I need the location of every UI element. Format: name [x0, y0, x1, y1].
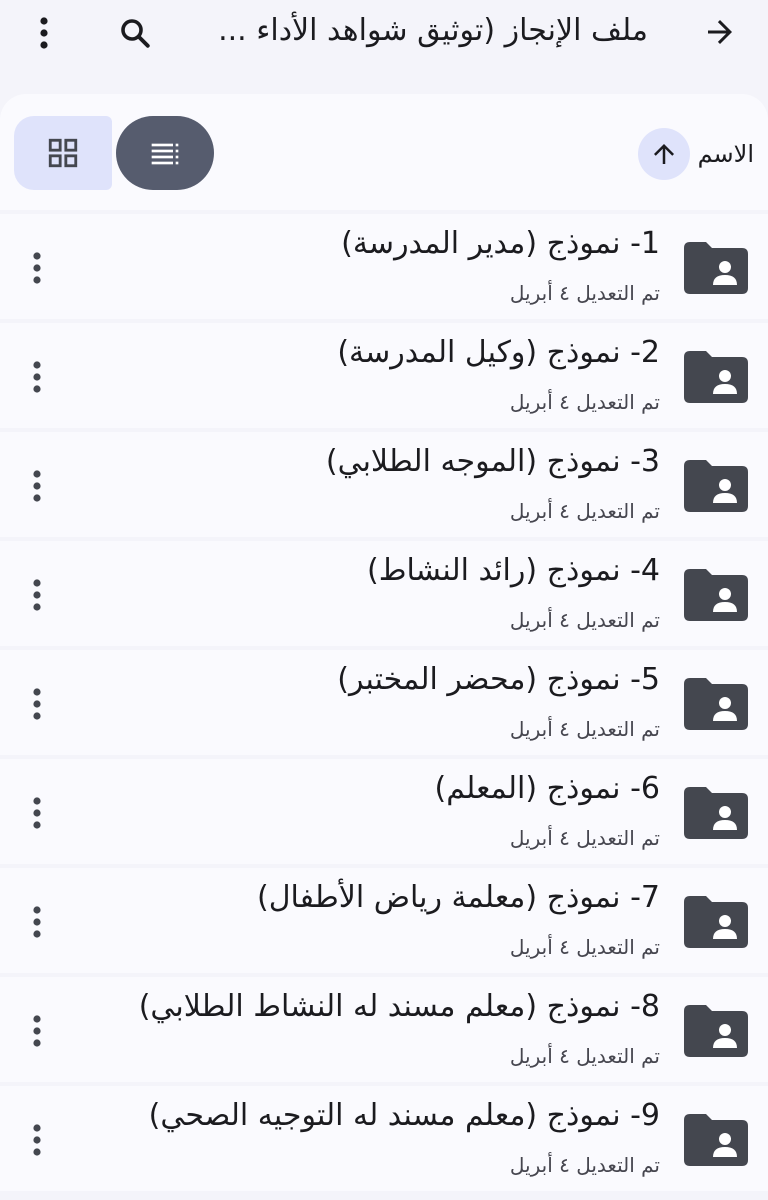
item-more-button[interactable]	[22, 357, 52, 397]
more-vert-icon	[33, 252, 41, 284]
sort-direction-button[interactable]	[637, 128, 690, 180]
shared-folder-icon	[684, 460, 748, 512]
list-view-button[interactable]	[116, 116, 214, 190]
folder-name: 8- نموذج (معلم مسند له النشاط الطلابي)	[138, 989, 660, 1024]
folder-name: 4- نموذج (رائد النشاط)	[367, 553, 660, 588]
folder-modified-date: تم التعديل ٤ أبريل	[509, 499, 660, 523]
search-icon	[121, 19, 150, 48]
shared-folder-icon	[684, 242, 748, 294]
folder-name: 1- نموذج (مدير المدرسة)	[341, 226, 660, 261]
folder-title: ملف الإنجاز (توثيق شواهد الأداء ...	[218, 13, 648, 48]
shared-folder-icon	[684, 787, 748, 839]
folder-row[interactable]: 8- نموذج (معلم مسند له النشاط الطلابي) ت…	[0, 977, 768, 1082]
sort-label: الاسم	[697, 140, 754, 168]
folder-name: 2- نموذج (وكيل المدرسة)	[337, 335, 660, 370]
list-icon	[151, 143, 179, 165]
item-more-button[interactable]	[22, 902, 52, 942]
folder-modified-date: تم التعديل ٤ أبريل	[509, 281, 660, 305]
folder-name: 5- نموذج (محضر المختبر)	[337, 662, 660, 697]
view-toggle	[14, 116, 214, 192]
item-more-button[interactable]	[22, 1120, 52, 1160]
folder-name: 7- نموذج (معلمة رياض الأطفال)	[257, 880, 660, 915]
shared-folder-icon	[684, 896, 748, 948]
item-more-button[interactable]	[22, 1011, 52, 1051]
shared-folder-icon	[684, 569, 748, 621]
search-button[interactable]	[114, 12, 156, 54]
more-vert-icon	[33, 470, 41, 502]
more-vert-icon	[33, 797, 41, 829]
folder-modified-date: تم التعديل ٤ أبريل	[509, 717, 660, 741]
shared-folder-icon	[684, 678, 748, 730]
arrow-up-icon	[653, 144, 674, 164]
more-vert-icon	[33, 906, 41, 938]
folder-row[interactable]: 1- نموذج (مدير المدرسة) تم التعديل ٤ أبر…	[0, 214, 768, 319]
sort-view-bar: الاسم	[0, 94, 768, 210]
folder-modified-date: تم التعديل ٤ أبريل	[509, 826, 660, 850]
folder-modified-date: تم التعديل ٤ أبريل	[509, 1044, 660, 1068]
shared-folder-icon	[684, 1114, 748, 1166]
shared-folder-icon	[684, 1005, 748, 1057]
top-app-bar: ملف الإنجاز (توثيق شواهد الأداء ...	[0, 0, 768, 66]
folder-modified-date: تم التعديل ٤ أبريل	[509, 935, 660, 959]
folder-row[interactable]: 9- نموذج (معلم مسند له التوجيه الصحي) تم…	[0, 1086, 768, 1191]
item-more-button[interactable]	[22, 575, 52, 615]
folder-name: 3- نموذج (الموجه الطلابي)	[325, 444, 660, 479]
folder-row[interactable]: 2- نموذج (وكيل المدرسة) تم التعديل ٤ أبر…	[0, 323, 768, 428]
folder-row[interactable]: 7- نموذج (معلمة رياض الأطفال) تم التعديل…	[0, 868, 768, 973]
drive-folder-screen: ملف الإنجاز (توثيق شواهد الأداء ... الاس…	[0, 0, 768, 1200]
item-more-button[interactable]	[22, 466, 52, 506]
more-vert-icon	[33, 579, 41, 611]
back-button[interactable]	[702, 14, 738, 50]
grid-icon	[48, 138, 78, 168]
item-more-button[interactable]	[22, 684, 52, 724]
folder-name: 9- نموذج (معلم مسند له التوجيه الصحي)	[148, 1098, 660, 1133]
folder-modified-date: تم التعديل ٤ أبريل	[509, 390, 660, 414]
folder-name: 6- نموذج (المعلم)	[434, 771, 660, 806]
more-vert-icon	[33, 1124, 41, 1156]
grid-view-button[interactable]	[14, 116, 112, 190]
more-vert-icon	[33, 361, 41, 393]
more-vert-icon	[33, 1015, 41, 1047]
item-more-button[interactable]	[22, 248, 52, 288]
folder-row[interactable]: 5- نموذج (محضر المختبر) تم التعديل ٤ أبر…	[0, 650, 768, 755]
more-vert-icon	[33, 688, 41, 720]
more-vert-icon	[40, 17, 48, 49]
overflow-menu-button[interactable]	[26, 12, 62, 54]
item-more-button[interactable]	[22, 793, 52, 833]
sort-by-name-button[interactable]: الاسم	[637, 128, 754, 180]
folder-row[interactable]: 4- نموذج (رائد النشاط) تم التعديل ٤ أبري…	[0, 541, 768, 646]
file-list: 1- نموذج (مدير المدرسة) تم التعديل ٤ أبر…	[0, 214, 768, 1195]
shared-folder-icon	[684, 351, 748, 403]
arrow-right-icon	[708, 20, 732, 44]
folder-modified-date: تم التعديل ٤ أبريل	[509, 1153, 660, 1177]
folder-modified-date: تم التعديل ٤ أبريل	[509, 608, 660, 632]
folder-row[interactable]: 3- نموذج (الموجه الطلابي) تم التعديل ٤ أ…	[0, 432, 768, 537]
folder-row[interactable]: 6- نموذج (المعلم) تم التعديل ٤ أبريل	[0, 759, 768, 864]
